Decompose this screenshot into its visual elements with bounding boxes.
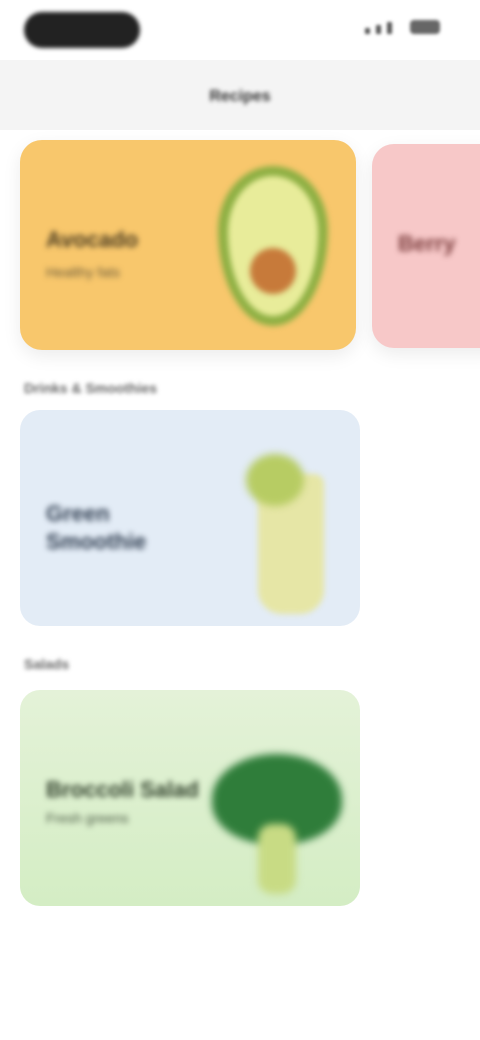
app-header: Recipes — [0, 60, 480, 130]
app-screen: Recipes Avocado Healthy fats Berry Drink… — [0, 0, 480, 1040]
avocado-icon — [218, 166, 328, 326]
next-recipe-title: Berry — [398, 231, 456, 256]
next-recipe-card[interactable]: Berry — [372, 144, 480, 348]
smoothie-icon — [246, 454, 336, 614]
featured-recipe-title: Avocado — [46, 227, 139, 252]
smoothie-card-title: Green Smoothie — [46, 501, 147, 554]
featured-recipe-subtitle: Healthy fats — [46, 264, 120, 280]
salad-card-subtitle: Fresh greens — [46, 810, 129, 826]
section-title-salads: Salads — [24, 656, 70, 672]
broccoli-icon — [202, 754, 352, 904]
status-bar — [0, 0, 480, 60]
featured-carousel[interactable]: Avocado Healthy fats Berry — [0, 130, 480, 370]
dynamic-island — [24, 12, 140, 48]
page-title: Recipes — [209, 88, 271, 105]
salad-card-title: Broccoli Salad — [46, 777, 199, 802]
smoothie-recipe-card[interactable]: Green Smoothie — [20, 410, 360, 626]
signal-icon — [376, 25, 381, 34]
status-icons — [365, 20, 440, 34]
salad-recipe-card[interactable]: Broccoli Salad Fresh greens — [20, 690, 360, 906]
featured-recipe-card[interactable]: Avocado Healthy fats — [20, 140, 356, 350]
section-title-drinks: Drinks & Smoothies — [24, 380, 158, 396]
signal-icon — [365, 28, 370, 34]
battery-icon — [410, 20, 440, 34]
signal-icon — [387, 22, 392, 34]
